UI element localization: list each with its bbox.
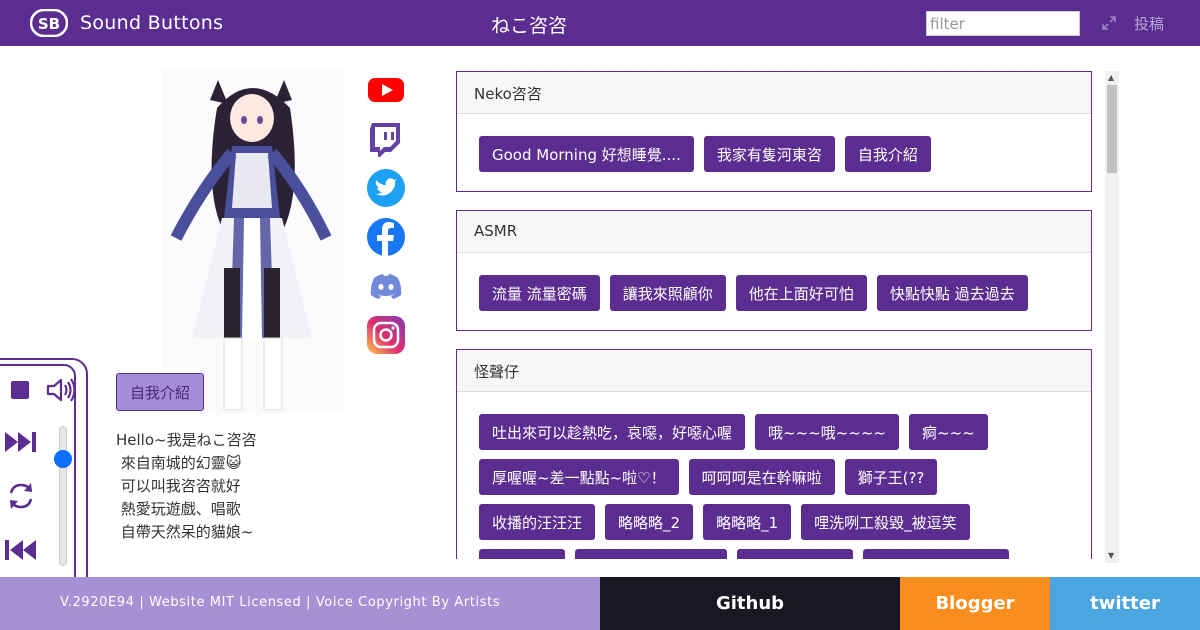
sound-button[interactable]: 讓我來照顧你 — [609, 275, 726, 311]
sound-button[interactable]: 痾~~~ — [909, 414, 988, 450]
scroll-up-arrow-icon[interactable]: ▲ — [1108, 73, 1114, 82]
facebook-icon[interactable] — [366, 217, 406, 257]
skip-back-icon[interactable] — [4, 538, 38, 562]
sound-button[interactable]: 哩洗咧工殺毀_被逗笑 — [801, 504, 970, 540]
sound-button[interactable]: 快點快點 過去過去 — [876, 275, 1028, 311]
sound-button[interactable]: 略略略_1 — [703, 504, 792, 540]
sound-button[interactable]: 流量 流量密碼 — [479, 275, 600, 311]
category-buttons: Good Morning 好想睡覺.... 我家有隻河東咨 自我介紹 — [457, 114, 1091, 191]
bio-line: 熱愛玩遊戲、唱歌 — [116, 500, 241, 518]
filter-input[interactable] — [926, 11, 1080, 36]
page-title: ねこ咨咨 — [490, 15, 567, 37]
scrollbar[interactable]: ▲ ▼ — [1105, 71, 1119, 563]
bio-line: 可以叫我咨咨就好 — [116, 477, 241, 495]
sound-button[interactable]: 厚喔喔~差一點點~啦♡！ — [479, 459, 679, 495]
category-title: 怪聲仔 — [457, 350, 1091, 392]
volume-icon[interactable] — [46, 376, 76, 404]
sound-button[interactable]: 吐出來可以趁熱吃，哀噁，好噁心喔 — [479, 414, 746, 450]
top-navbar: SB Sound Buttons ねこ咨咨 投稿 — [0, 0, 1200, 46]
bio-text: Hello~我是ねこ咨咨 來自南城的幻靈😺 可以叫我咨咨就好 熱愛玩遊戲、唱歌 … — [116, 429, 257, 544]
twitter-link[interactable]: twitter — [1050, 577, 1200, 630]
stop-icon[interactable] — [10, 380, 30, 400]
expand-icon[interactable] — [1101, 15, 1117, 31]
bio-line: 來自南城的幻靈😺 — [116, 454, 242, 472]
category-card: ASMR 流量 流量密碼 讓我來照顧你 他在上面好可怕 快點快點 過去過去 — [456, 210, 1092, 331]
category-title: ASMR — [457, 211, 1091, 253]
twitch-icon[interactable] — [366, 119, 406, 159]
sound-button[interactable]: 略略略_2 — [605, 504, 694, 540]
sound-categories: Neko咨咨 Good Morning 好想睡覺.... 我家有隻河東咨 自我介… — [456, 71, 1092, 559]
scrollbar-thumb[interactable] — [1107, 85, 1117, 173]
sound-button[interactable] — [737, 549, 854, 559]
sound-button[interactable] — [575, 549, 728, 559]
skip-forward-icon[interactable] — [4, 430, 38, 454]
social-links — [366, 70, 406, 364]
footer-info: V.2920E94 | Website MIT Licensed | Voice… — [0, 577, 600, 630]
volume-slider[interactable] — [59, 426, 67, 566]
volume-slider-thumb[interactable] — [54, 450, 72, 468]
repeat-icon[interactable] — [4, 480, 38, 512]
sound-button[interactable] — [863, 549, 1010, 559]
sound-button[interactable]: Good Morning 好想睡覺.... — [479, 136, 694, 172]
blogger-link[interactable]: Blogger — [900, 577, 1050, 630]
instagram-icon[interactable] — [366, 315, 406, 355]
bio-line: Hello~我是ねこ咨咨 — [116, 431, 257, 449]
category-card: Neko咨咨 Good Morning 好想睡覺.... 我家有隻河東咨 自我介… — [456, 71, 1092, 192]
youtube-icon[interactable] — [366, 70, 406, 110]
footer: V.2920E94 | Website MIT Licensed | Voice… — [0, 577, 1200, 630]
intro-button[interactable]: 自我介紹 — [116, 373, 204, 411]
category-buttons: 吐出來可以趁熱吃，哀噁，好噁心喔 哦~~~哦~~~~ 痾~~~ 厚喔喔~差一點點… — [457, 392, 1091, 559]
sound-button[interactable]: 他在上面好可怕 — [735, 275, 867, 311]
sound-button[interactable]: 學老虎叫 — [479, 549, 566, 559]
sound-button[interactable]: 自我介紹 — [844, 136, 931, 172]
scroll-down-arrow-icon[interactable]: ▼ — [1108, 551, 1114, 560]
category-title: Neko咨咨 — [457, 72, 1091, 114]
sound-button[interactable]: 呵呵呵是在幹嘛啦 — [688, 459, 835, 495]
bio-line: 自帶天然呆的貓娘~ — [116, 523, 254, 541]
sound-button[interactable]: 我家有隻河東咨 — [703, 136, 835, 172]
character-illustration — [162, 68, 344, 414]
sound-button[interactable]: 收播的汪汪汪 — [479, 504, 596, 540]
discord-icon[interactable] — [366, 266, 406, 306]
category-card: 怪聲仔 吐出來可以趁熱吃，哀噁，好噁心喔 哦~~~哦~~~~ 痾~~~ 厚喔喔~… — [456, 349, 1092, 559]
sound-button[interactable]: 獅子王(?? — [844, 459, 938, 495]
twitter-icon[interactable] — [366, 168, 406, 208]
post-link[interactable]: 投稿 — [1134, 13, 1164, 34]
github-link[interactable]: Github — [600, 577, 900, 630]
category-buttons: 流量 流量密碼 讓我來照顧你 他在上面好可怕 快點快點 過去過去 — [457, 253, 1091, 330]
sound-button[interactable]: 哦~~~哦~~~~ — [755, 414, 899, 450]
